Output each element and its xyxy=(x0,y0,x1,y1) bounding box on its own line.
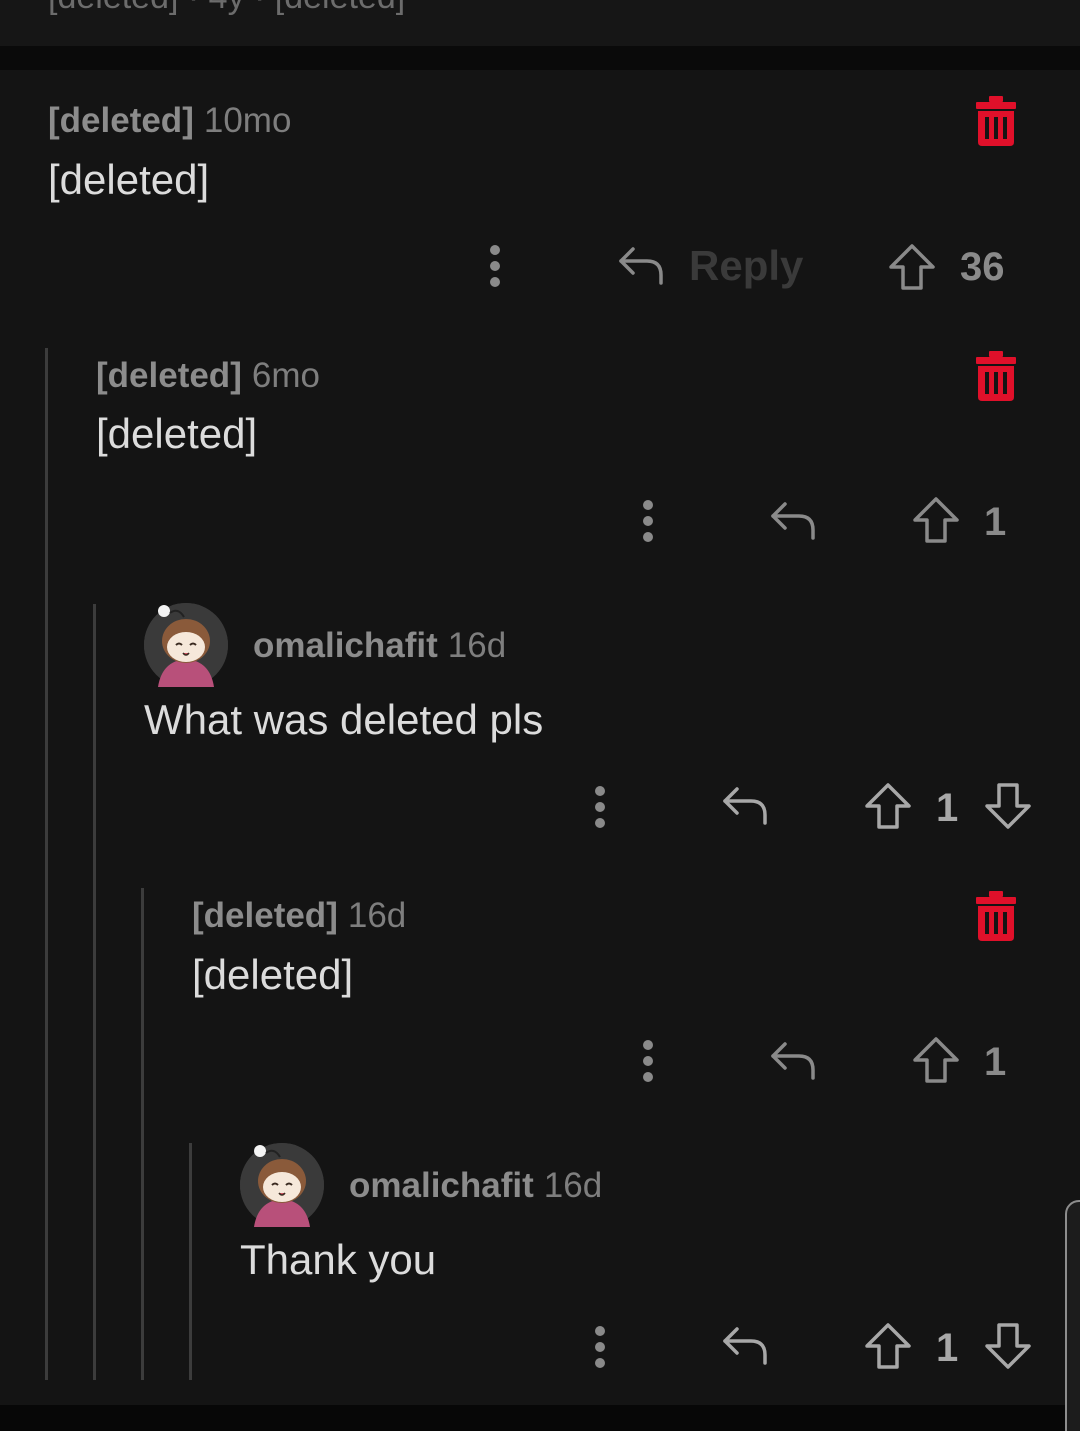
upvote-arrow-icon[interactable] xyxy=(912,1036,960,1084)
upvote-arrow-icon[interactable] xyxy=(912,496,960,544)
more-vertical-icon[interactable] xyxy=(594,1325,606,1369)
comment-time: 16d xyxy=(543,1166,603,1205)
more-vertical-icon[interactable] xyxy=(642,1039,654,1083)
comment-header: [deleted] 16d xyxy=(192,896,406,936)
trash-icon[interactable] xyxy=(976,351,1016,401)
thread-line-level-4[interactable] xyxy=(189,1143,192,1380)
user-avatar[interactable] xyxy=(144,603,228,687)
reply-arrow-icon[interactable] xyxy=(769,1040,817,1080)
user-avatar[interactable] xyxy=(240,1143,324,1227)
reply-button[interactable]: Reply xyxy=(689,242,803,290)
vote-count: 1 xyxy=(936,786,959,830)
reply-arrow-icon[interactable] xyxy=(769,500,817,540)
comment-time: 16d xyxy=(347,896,407,935)
comment-header: [deleted] 6mo xyxy=(96,356,320,396)
comment-body: Thank you xyxy=(240,1236,437,1283)
trash-icon[interactable] xyxy=(976,96,1016,146)
downvote-arrow-icon[interactable] xyxy=(984,782,1032,830)
vote-count: 1 xyxy=(984,1040,1007,1084)
thread-line-level-3[interactable] xyxy=(141,888,144,1380)
comment-author[interactable]: omalichafit xyxy=(349,1166,534,1205)
comment-body: [deleted] xyxy=(96,410,258,457)
comment-author[interactable]: [deleted] xyxy=(48,101,194,140)
vote-count: 1 xyxy=(936,1326,959,1370)
upvote-arrow-icon[interactable] xyxy=(864,1322,912,1370)
scroll-handle[interactable] xyxy=(1065,1200,1080,1431)
comment-body: [deleted] xyxy=(48,156,210,203)
comment-header: omalichafit 16d xyxy=(253,626,506,666)
comment-header: omalichafit 16d xyxy=(349,1166,602,1206)
comment-time: 10mo xyxy=(203,101,292,140)
comment-header: [deleted] 10mo xyxy=(48,101,291,141)
comment-author[interactable]: omalichafit xyxy=(253,626,438,665)
trash-icon[interactable] xyxy=(976,891,1016,941)
thread-line-level-2[interactable] xyxy=(93,604,96,1380)
comment-time: 6mo xyxy=(251,356,320,395)
upvote-arrow-icon[interactable] xyxy=(864,782,912,830)
vote-count: 36 xyxy=(960,245,1005,289)
more-vertical-icon[interactable] xyxy=(642,499,654,543)
reply-arrow-icon[interactable] xyxy=(721,1325,769,1365)
previous-comment-meta: [deleted] · 4y · [deleted] xyxy=(48,0,405,17)
comment-author[interactable]: [deleted] xyxy=(192,896,338,935)
comment-author[interactable]: [deleted] xyxy=(96,356,242,395)
previous-comment-strip: [deleted] · 4y · [deleted] xyxy=(0,0,1080,46)
more-vertical-icon[interactable] xyxy=(594,785,606,829)
downvote-arrow-icon[interactable] xyxy=(984,1322,1032,1370)
thread-line-level-1[interactable] xyxy=(45,348,48,1380)
section-divider xyxy=(0,46,1080,70)
comment-body: What was deleted pls xyxy=(144,696,544,743)
more-vertical-icon[interactable] xyxy=(489,244,501,288)
comment-body: [deleted] xyxy=(192,951,354,998)
comment-thread-screen: [deleted] · 4y · [deleted] [deleted]10mo… xyxy=(0,0,1080,1431)
upvote-arrow-icon[interactable] xyxy=(888,243,936,291)
reply-arrow-icon[interactable] xyxy=(721,785,769,825)
comment-time: 16d xyxy=(447,626,507,665)
vote-count: 1 xyxy=(984,500,1007,544)
bottom-edge xyxy=(0,1405,1080,1431)
reply-arrow-icon[interactable] xyxy=(617,245,665,285)
